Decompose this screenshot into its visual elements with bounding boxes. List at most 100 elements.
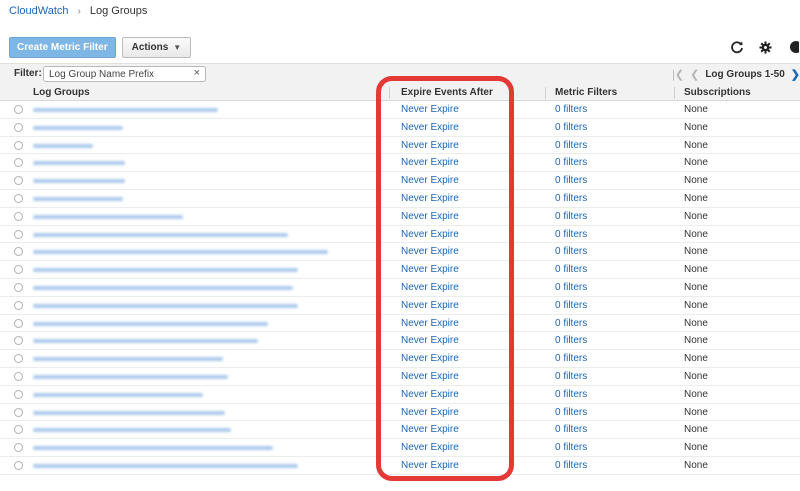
log-group-name-link[interactable]: [33, 285, 293, 290]
expire-events-link[interactable]: Never Expire: [401, 424, 459, 435]
previous-page-icon[interactable]: ❮: [690, 68, 699, 81]
metric-filters-link[interactable]: 0 filters: [555, 424, 587, 435]
table-row[interactable]: Never Expire 0 filters None: [0, 172, 800, 190]
metric-filters-link[interactable]: 0 filters: [555, 229, 587, 240]
table-row[interactable]: Never Expire 0 filters None: [0, 190, 800, 208]
expire-events-link[interactable]: Never Expire: [401, 460, 459, 471]
log-group-name-link[interactable]: [33, 392, 203, 397]
metric-filters-link[interactable]: 0 filters: [555, 246, 587, 257]
table-row[interactable]: Never Expire 0 filters None: [0, 439, 800, 457]
row-select-radio[interactable]: [14, 140, 23, 150]
actions-dropdown-button[interactable]: Actions ▼: [121, 37, 192, 58]
log-group-name-link[interactable]: [33, 196, 123, 201]
metric-filters-link[interactable]: 0 filters: [555, 175, 587, 186]
log-group-name-link[interactable]: [33, 374, 228, 379]
row-select-radio[interactable]: [14, 300, 23, 310]
expire-events-link[interactable]: Never Expire: [401, 157, 459, 168]
metric-filters-link[interactable]: 0 filters: [555, 157, 587, 168]
column-header-subscriptions[interactable]: Subscriptions: [684, 87, 751, 98]
metric-filters-link[interactable]: 0 filters: [555, 442, 587, 453]
table-row[interactable]: Never Expire 0 filters None: [0, 101, 800, 119]
expire-events-link[interactable]: Never Expire: [401, 104, 459, 115]
metric-filters-link[interactable]: 0 filters: [555, 211, 587, 222]
create-metric-filter-button[interactable]: Create Metric Filter: [9, 37, 116, 58]
metric-filters-link[interactable]: 0 filters: [555, 353, 587, 364]
table-row[interactable]: Never Expire 0 filters None: [0, 457, 800, 475]
log-group-name-link[interactable]: [33, 214, 183, 219]
next-page-icon[interactable]: ❯: [791, 68, 800, 81]
table-row[interactable]: Never Expire 0 filters None: [0, 350, 800, 368]
metric-filters-link[interactable]: 0 filters: [555, 318, 587, 329]
breadcrumb-cloudwatch-link[interactable]: CloudWatch: [9, 5, 69, 17]
log-group-name-link[interactable]: [33, 108, 218, 112]
expire-events-link[interactable]: Never Expire: [401, 140, 459, 151]
table-row[interactable]: Never Expire 0 filters None: [0, 386, 800, 404]
log-group-name-link[interactable]: [33, 161, 125, 166]
row-select-radio[interactable]: [14, 407, 23, 417]
log-group-name-link[interactable]: [33, 339, 258, 344]
metric-filters-link[interactable]: 0 filters: [555, 460, 587, 471]
row-select-radio[interactable]: [14, 318, 23, 328]
table-row[interactable]: Never Expire 0 filters None: [0, 315, 800, 333]
log-group-name-link[interactable]: [33, 250, 328, 255]
column-header-expire-events-after[interactable]: Expire Events After: [401, 87, 493, 98]
row-select-radio[interactable]: [14, 211, 23, 221]
table-row[interactable]: Never Expire 0 filters None: [0, 261, 800, 279]
row-select-radio[interactable]: [14, 105, 23, 114]
metric-filters-link[interactable]: 0 filters: [555, 193, 587, 204]
row-select-radio[interactable]: [14, 193, 23, 203]
metric-filters-link[interactable]: 0 filters: [555, 122, 587, 133]
expire-events-link[interactable]: Never Expire: [401, 407, 459, 418]
log-group-name-link[interactable]: [33, 357, 223, 362]
log-group-name-link[interactable]: [33, 143, 93, 148]
expire-events-link[interactable]: Never Expire: [401, 389, 459, 400]
expire-events-link[interactable]: Never Expire: [401, 211, 459, 222]
help-icon[interactable]: [786, 40, 800, 54]
table-row[interactable]: Never Expire 0 filters None: [0, 421, 800, 440]
table-row[interactable]: Never Expire 0 filters None: [0, 368, 800, 386]
metric-filters-link[interactable]: 0 filters: [555, 389, 587, 400]
log-group-name-link[interactable]: [33, 303, 298, 308]
expire-events-link[interactable]: Never Expire: [401, 193, 459, 204]
first-page-icon[interactable]: |❮: [672, 68, 684, 81]
metric-filters-link[interactable]: 0 filters: [555, 335, 587, 346]
log-group-name-link[interactable]: [33, 232, 288, 237]
table-row[interactable]: Never Expire 0 filters None: [0, 243, 800, 262]
row-select-radio[interactable]: [14, 425, 23, 435]
table-row[interactable]: Never Expire 0 filters None: [0, 137, 800, 155]
row-select-radio[interactable]: [14, 443, 23, 453]
row-select-radio[interactable]: [14, 389, 23, 399]
expire-events-link[interactable]: Never Expire: [401, 353, 459, 364]
row-select-radio[interactable]: [14, 354, 23, 364]
table-row[interactable]: Never Expire 0 filters None: [0, 208, 800, 226]
expire-events-link[interactable]: Never Expire: [401, 300, 459, 311]
expire-events-link[interactable]: Never Expire: [401, 282, 459, 293]
metric-filters-link[interactable]: 0 filters: [555, 371, 587, 382]
row-select-radio[interactable]: [14, 265, 23, 275]
table-row[interactable]: Never Expire 0 filters None: [0, 279, 800, 297]
expire-events-link[interactable]: Never Expire: [401, 122, 459, 133]
column-header-metric-filters[interactable]: Metric Filters: [555, 87, 617, 98]
row-select-radio[interactable]: [14, 122, 23, 132]
expire-events-link[interactable]: Never Expire: [401, 371, 459, 382]
row-select-radio[interactable]: [14, 371, 23, 381]
log-group-name-link[interactable]: [33, 321, 268, 326]
expire-events-link[interactable]: Never Expire: [401, 264, 459, 275]
expire-events-link[interactable]: Never Expire: [401, 246, 459, 257]
metric-filters-link[interactable]: 0 filters: [555, 264, 587, 275]
log-group-name-link[interactable]: [33, 179, 125, 184]
row-select-radio[interactable]: [14, 460, 23, 470]
column-header-log-groups[interactable]: Log Groups: [33, 87, 90, 98]
table-row[interactable]: Never Expire 0 filters None: [0, 119, 800, 137]
clear-icon[interactable]: ×: [194, 67, 200, 79]
row-select-radio[interactable]: [14, 336, 23, 346]
metric-filters-link[interactable]: 0 filters: [555, 140, 587, 151]
table-row[interactable]: Never Expire 0 filters None: [0, 332, 800, 351]
row-select-radio[interactable]: [14, 158, 23, 168]
log-group-name-link[interactable]: [33, 268, 298, 273]
table-row[interactable]: Never Expire 0 filters None: [0, 297, 800, 315]
table-row[interactable]: Never Expire 0 filters None: [0, 404, 800, 422]
log-group-name-link[interactable]: [33, 125, 123, 130]
expire-events-link[interactable]: Never Expire: [401, 175, 459, 186]
table-row[interactable]: Never Expire 0 filters None: [0, 226, 800, 244]
